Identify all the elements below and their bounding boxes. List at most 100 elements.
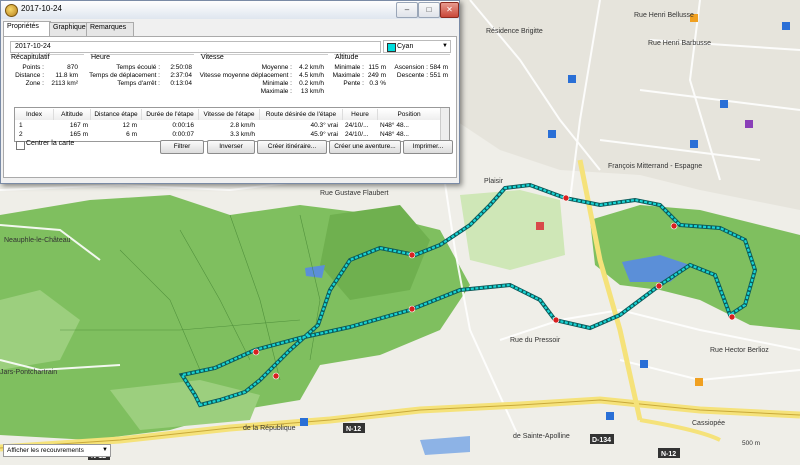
- cell-time: 24/10/...: [345, 122, 369, 129]
- chevron-down-icon: ▼: [102, 447, 108, 453]
- descent-label: Descente :: [396, 72, 428, 79]
- map-label-neauphle: Neauphle-le-Château: [4, 237, 71, 244]
- parking-icon: [720, 100, 728, 108]
- parking-icon: [568, 75, 576, 83]
- filter-button[interactable]: Filtrer: [160, 140, 204, 154]
- map-label-cassiopee: Cassiopée: [692, 420, 725, 427]
- cell-time: 24/10/...: [345, 131, 369, 138]
- map-label-rue-berlioz: Rue Hector Berlioz: [710, 347, 769, 354]
- invert-button[interactable]: Inverser: [207, 140, 255, 154]
- tab-graph[interactable]: Graphique: [49, 22, 91, 36]
- app-icon: [5, 4, 18, 17]
- min-altitude-value: 115 m: [368, 64, 386, 71]
- parking-icon: [640, 360, 648, 368]
- col-header-position[interactable]: Position: [378, 109, 441, 120]
- map-label-rue-republique: de la République: [243, 425, 296, 432]
- max-speed-value: 13 km/h: [300, 88, 324, 95]
- stopped-time-label: Temps d'arrêt :: [117, 80, 160, 87]
- restaurant-icon: [536, 222, 544, 230]
- color-swatch: [387, 43, 396, 52]
- col-header-time[interactable]: Heure: [343, 109, 378, 120]
- cell-leg-duration: 0:00:16: [172, 122, 194, 129]
- map-label-rue-bellusse: Rue Henri Bellusse: [634, 12, 694, 19]
- track-marker: [272, 372, 280, 380]
- slope-value: 0.3 %: [369, 80, 386, 87]
- cell-index: 1: [19, 122, 23, 129]
- parking-icon: [782, 22, 790, 30]
- cell-leg-distance: 6 m: [126, 131, 137, 138]
- summary-title: Récapitulatif: [11, 54, 50, 61]
- cell-leg-speed: 2.8 km/h: [230, 122, 255, 129]
- track-name-field[interactable]: 2017-10-24: [10, 41, 381, 53]
- col-header-leg-speed[interactable]: Vitesse de l'étape: [199, 109, 260, 120]
- road-shield-d134: D-134: [592, 437, 611, 444]
- cell-index: 2: [19, 131, 23, 138]
- road-shield-n12: N-12: [346, 426, 361, 433]
- map-label-rue-flaubert: Rue Gustave Flaubert: [320, 190, 389, 197]
- map-label-rue-pressoir: Rue du Pressoir: [510, 337, 561, 344]
- track-marker: [728, 313, 736, 321]
- trackpoint-table[interactable]: Index Altitude Distance étape Durée de l…: [14, 107, 450, 142]
- cell-position: N48° 48...: [380, 131, 409, 138]
- overlap-display-select[interactable]: Afficher les recouvrements ▼: [3, 444, 111, 457]
- track-marker: [562, 194, 570, 202]
- track-marker: [408, 305, 416, 313]
- avg-speed-value: 4.2 km/h: [299, 64, 324, 71]
- create-route-button[interactable]: Créer itinéraire...: [257, 140, 327, 154]
- altitude-title: Altitude: [335, 54, 359, 61]
- table-scrollbar[interactable]: [440, 108, 449, 141]
- ascent-label: Ascension :: [394, 64, 428, 71]
- parking-icon: [690, 140, 698, 148]
- track-properties-window: 2017-10-24 – □ ✕ Propriétés Graphique Re…: [0, 0, 460, 184]
- chevron-down-icon: ▼: [442, 43, 448, 49]
- distance-label: Distance :: [15, 72, 44, 79]
- church-icon: [745, 120, 753, 128]
- col-header-leg-distance[interactable]: Distance étape: [91, 109, 142, 120]
- track-marker: [252, 348, 260, 356]
- parking-icon: [606, 412, 614, 420]
- tab-notes[interactable]: Remarques: [86, 22, 134, 36]
- min-speed-label: Minimale :: [262, 80, 292, 87]
- print-button[interactable]: Imprimer...: [403, 140, 453, 154]
- points-label: Points :: [22, 64, 44, 71]
- cell-leg-speed: 3.3 km/h: [230, 131, 255, 138]
- moving-time-value: 2:37:04: [170, 72, 192, 79]
- time-title: Heure: [91, 54, 111, 61]
- map-label-pontchartrain: Jars-Pontchartrain: [0, 369, 57, 376]
- table-row[interactable]: 1 167 m 12 m 0:00:16 2.8 km/h 40.3° vrai…: [15, 121, 441, 130]
- create-adventure-button[interactable]: Créer une aventure...: [329, 140, 401, 154]
- elapsed-label: Temps écoulé :: [116, 64, 160, 71]
- cell-leg-duration: 0:00:07: [172, 131, 194, 138]
- maximize-button[interactable]: □: [418, 2, 440, 18]
- col-header-index[interactable]: Index: [15, 109, 54, 120]
- close-button[interactable]: ✕: [440, 2, 459, 18]
- col-header-altitude[interactable]: Altitude: [54, 109, 91, 120]
- moving-avg-speed-value: 4.5 km/h: [299, 72, 324, 79]
- properties-panel: 2017-10-24 Cyan ▼ Récapitulatif Points :…: [3, 36, 457, 178]
- shop-icon: [695, 378, 703, 386]
- color-label: Cyan: [397, 43, 414, 50]
- descent-value: 551 m: [429, 72, 448, 79]
- points-value: 870: [67, 64, 78, 71]
- cell-leg-course: 40.3° vrai: [310, 122, 338, 129]
- center-map-label: Centrer la carte: [26, 140, 75, 147]
- max-altitude-value: 249 m: [367, 72, 386, 79]
- title-bar[interactable]: 2017-10-24 – □ ✕: [1, 1, 459, 19]
- map-label-sainte-apolline: de Sainte-Apolline: [513, 433, 570, 440]
- overlap-select-label: Afficher les recouvrements: [7, 447, 84, 454]
- cell-altitude: 165 m: [69, 131, 88, 138]
- table-row[interactable]: 2 165 m 6 m 0:00:07 3.3 km/h 45.9° vrai …: [15, 130, 441, 139]
- col-header-leg-duration[interactable]: Durée de l'étape: [142, 109, 199, 120]
- color-select[interactable]: Cyan ▼: [383, 40, 451, 53]
- track-marker: [670, 222, 678, 230]
- center-map-checkbox[interactable]: [16, 141, 25, 150]
- minimize-button[interactable]: –: [396, 2, 418, 18]
- window-title: 2017-10-24: [21, 4, 62, 13]
- moving-time-label: Temps de déplacement :: [89, 72, 160, 79]
- stopped-time-value: 0:13:04: [170, 80, 192, 87]
- map-label-rue-mitterrand: François Mitterrand - Espagne: [608, 163, 702, 170]
- tab-properties[interactable]: Propriétés: [3, 21, 51, 36]
- col-header-leg-course[interactable]: Route désirée de l'étape: [260, 109, 343, 120]
- zone-value: 2113 km²: [51, 80, 78, 87]
- moving-avg-speed-label: Vitesse moyenne déplacement :: [199, 72, 292, 79]
